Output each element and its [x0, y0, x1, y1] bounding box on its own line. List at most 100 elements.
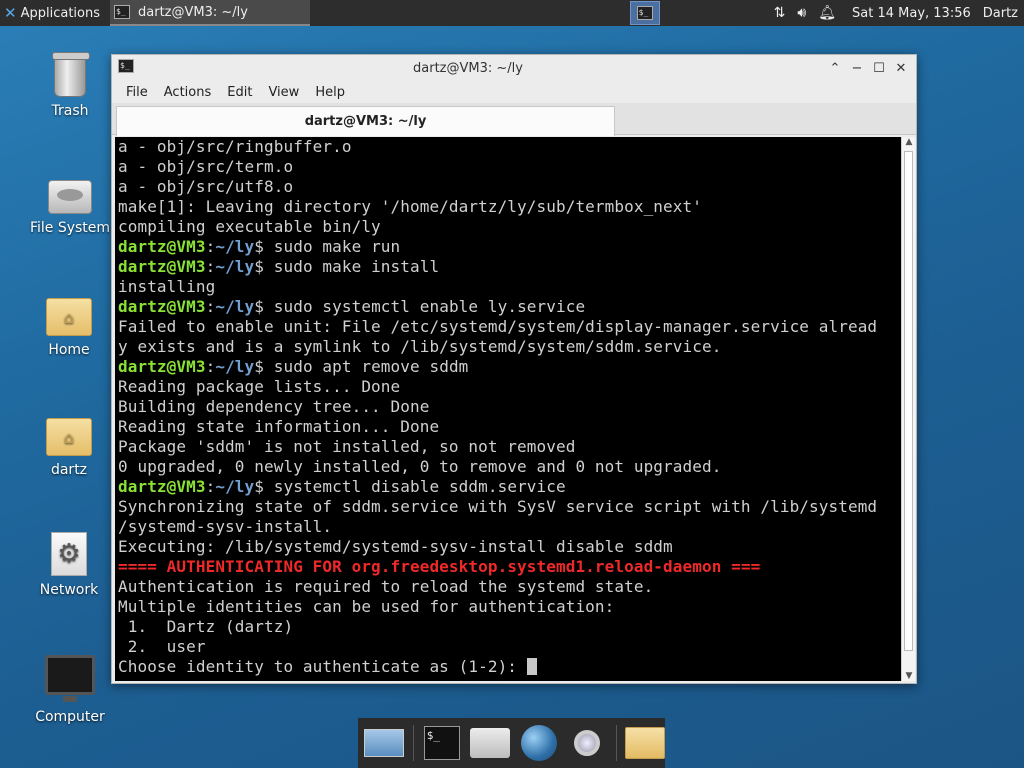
output-line: Reading package lists... Done — [118, 377, 401, 396]
menu-file[interactable]: File — [118, 85, 156, 100]
show-desktop-icon — [364, 729, 405, 757]
prompt-user: dartz@VM3 — [118, 297, 206, 316]
auth-header-line: ==== AUTHENTICATING FOR org.freedesktop.… — [118, 557, 761, 576]
taskbar-terminal-button[interactable]: $_ dartz@VM3: ~/ly — [110, 0, 310, 26]
output-line: /systemd-sysv-install. — [118, 517, 333, 536]
web-browser-icon — [520, 725, 557, 761]
menu-actions[interactable]: Actions — [156, 85, 220, 100]
terminal-icon: $_ — [636, 6, 653, 20]
home-folder-icon — [470, 728, 511, 758]
desktop-icon-dartz[interactable]: ⌂ dartz — [19, 418, 119, 478]
scrollbar-thumb[interactable] — [904, 151, 913, 651]
identity-option: 2. user — [118, 637, 206, 656]
output-line: compiling executable bin/ly — [118, 217, 381, 236]
monitor-icon — [45, 655, 95, 702]
notification-bell-icon[interactable]: 🔔︎ — [812, 0, 842, 26]
output-line: Multiple identities can be used for auth… — [118, 597, 615, 616]
desktop-icon-computer[interactable]: Computer — [20, 655, 120, 725]
terminal-scrollbar[interactable]: ▲ ▼ — [901, 137, 915, 681]
output-line: a - obj/src/term.o — [118, 157, 294, 176]
window-titlebar[interactable]: $_ dartz@VM3: ~/ly ⌃ − ☐ ✕ — [112, 55, 916, 81]
desktop-icon-label: Network — [39, 582, 99, 598]
search-icon — [574, 730, 601, 756]
output-line: make[1]: Leaving directory '/home/dartz/… — [118, 197, 702, 216]
folder-icon — [624, 727, 665, 759]
command-text: sudo apt remove sddm — [273, 357, 469, 376]
terminal-launcher[interactable]: $_ — [421, 722, 462, 764]
volume-icon[interactable]: 🔊︎ — [791, 0, 812, 26]
tab-terminal[interactable]: dartz@VM3: ~/ly — [116, 106, 615, 136]
identity-prompt-line[interactable]: Choose identity to authenticate as (1-2)… — [118, 657, 901, 677]
desktop-icon-label: File System — [29, 220, 111, 236]
output-line: Failed to enable unit: File /etc/systemd… — [118, 317, 878, 336]
drive-icon — [48, 180, 92, 214]
menu-edit[interactable]: Edit — [219, 85, 260, 100]
command-text: sudo make install — [273, 257, 440, 276]
terminal-icon: $_ — [114, 5, 130, 19]
menu-help[interactable]: Help — [307, 85, 353, 100]
tab-bar: dartz@VM3: ~/ly — [112, 103, 916, 136]
app-finder-launcher[interactable] — [567, 722, 608, 764]
command-text: systemctl disable sddm.service — [273, 477, 566, 496]
command-line: dartz@VM3:~/ly$ sudo systemctl enable ly… — [118, 297, 586, 316]
home-folder-icon: ⌂ — [46, 298, 92, 336]
identity-option: 1. Dartz (dartz) — [118, 617, 294, 636]
output-line: Authentication is required to reload the… — [118, 577, 654, 596]
xfce-logo-icon: ✕ — [4, 4, 17, 22]
menu-view[interactable]: View — [260, 85, 307, 100]
dock-separator — [412, 725, 414, 761]
folder-launcher[interactable] — [624, 722, 666, 764]
output-line: Package 'sddm' is not installed, so not … — [118, 437, 576, 456]
shade-button[interactable]: ⌃ — [824, 61, 846, 76]
taskbar-terminal-label: dartz@VM3: ~/ly — [138, 4, 248, 20]
prompt-user: dartz@VM3 — [118, 357, 206, 376]
clock[interactable]: Sat 14 May, 13:56 — [842, 0, 979, 26]
command-line: dartz@VM3:~/ly$ sudo make install — [118, 257, 440, 276]
user-menu[interactable]: Dartz — [979, 0, 1024, 26]
command-line: dartz@VM3:~/ly$ systemctl disable sddm.s… — [118, 477, 566, 496]
output-line: a - obj/src/ringbuffer.o — [118, 137, 352, 156]
desktop-icon-home[interactable]: ⌂ Home — [19, 298, 119, 358]
prompt-user: dartz@VM3 — [118, 237, 206, 256]
top-panel: ✕ Applications $_ dartz@VM3: ~/ly $_ ⇅ 🔊… — [0, 0, 1024, 26]
desktop-icon-trash[interactable]: Trash — [20, 52, 120, 119]
desktop-icon-file-system[interactable]: File System — [20, 180, 120, 236]
terminal-window: $_ dartz@VM3: ~/ly ⌃ − ☐ ✕ File Actions … — [111, 54, 917, 684]
prompt-user: dartz@VM3 — [118, 257, 206, 276]
desktop-icon-label: Trash — [51, 103, 89, 119]
applications-menu[interactable]: ✕ Applications — [0, 0, 108, 26]
prompt-path: ~/ly — [215, 237, 255, 256]
terminal-launcher-button[interactable]: $_ — [629, 1, 660, 25]
desktop-icon-label: Home — [48, 342, 90, 358]
command-line: dartz@VM3:~/ly$ sudo make run — [118, 237, 401, 256]
close-button[interactable]: ✕ — [890, 61, 912, 76]
network-icon[interactable]: ⇅ — [768, 0, 792, 26]
file-manager-launcher[interactable] — [470, 722, 511, 764]
output-line: y exists and is a symlink to /lib/system… — [118, 337, 722, 356]
show-desktop-button[interactable] — [364, 722, 405, 764]
network-icon: ⚙ — [51, 532, 87, 576]
identity-prompt-text: Choose identity to authenticate as (1-2)… — [118, 657, 527, 676]
minimize-button[interactable]: − — [846, 61, 868, 76]
terminal-output[interactable]: a - obj/src/ringbuffer.o a - obj/src/ter… — [115, 137, 901, 681]
command-text: sudo systemctl enable ly.service — [273, 297, 586, 316]
output-line: Synchronizing state of sddm.service with… — [118, 497, 878, 516]
output-line: Reading state information... Done — [118, 417, 440, 436]
maximize-button[interactable]: ☐ — [868, 61, 890, 76]
terminal-icon[interactable]: $_ — [118, 59, 134, 73]
terminal-icon: $_ — [423, 726, 460, 760]
command-line: dartz@VM3:~/ly$ sudo apt remove sddm — [118, 357, 469, 376]
menubar: File Actions Edit View Help — [112, 81, 916, 103]
dock-separator — [615, 725, 617, 761]
prompt-path: ~/ly — [215, 357, 255, 376]
bottom-dock: $_ — [358, 718, 665, 768]
scroll-up-arrow-icon[interactable]: ▲ — [902, 137, 916, 147]
command-text: sudo make run — [273, 237, 401, 256]
prompt-user: dartz@VM3 — [118, 477, 206, 496]
desktop-icon-label: Computer — [35, 709, 105, 725]
window-title: dartz@VM3: ~/ly — [413, 60, 523, 76]
web-browser-launcher[interactable] — [519, 722, 560, 764]
scroll-down-arrow-icon[interactable]: ▼ — [902, 671, 916, 681]
desktop-icon-network[interactable]: ⚙ Network — [19, 532, 119, 598]
output-line: installing — [118, 277, 216, 296]
